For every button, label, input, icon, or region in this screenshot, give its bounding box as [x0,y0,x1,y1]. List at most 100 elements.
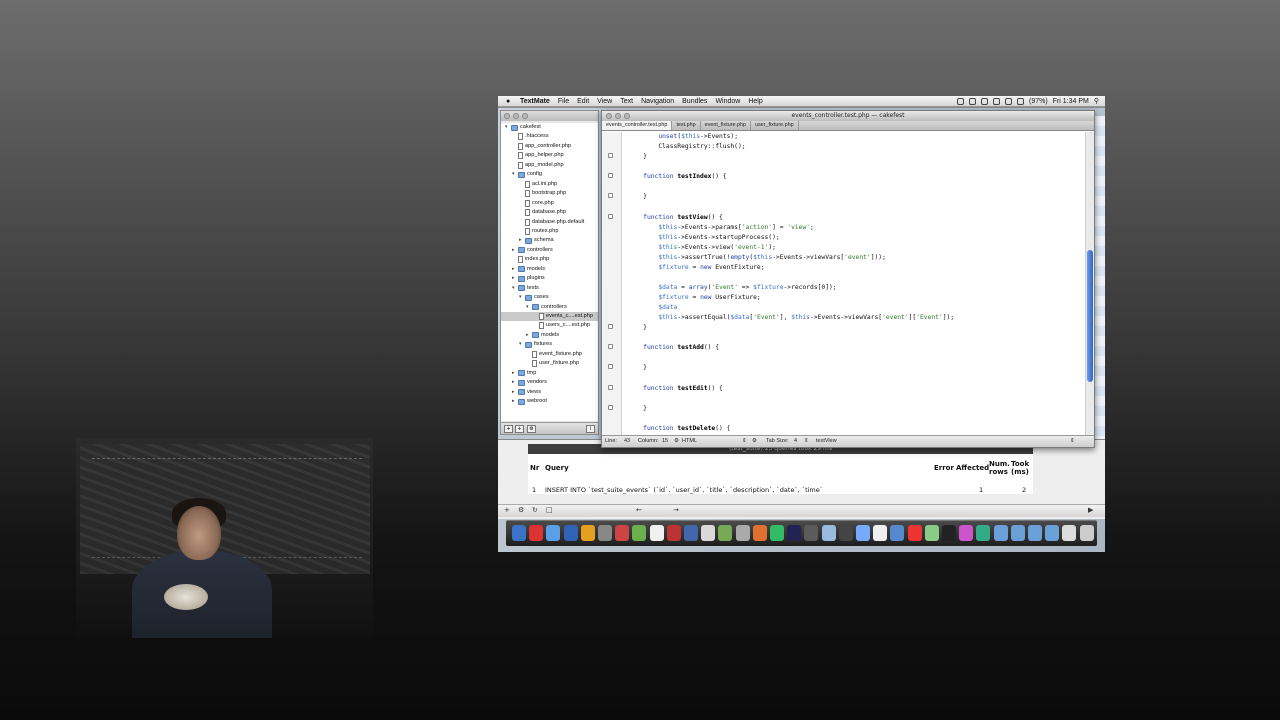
status-icon[interactable] [980,98,988,105]
tree-item[interactable]: index.php [501,255,598,264]
dock-app-icon[interactable] [1028,525,1042,541]
dock-app-icon[interactable] [907,525,922,541]
tree-item[interactable]: ▸ plugins [501,274,598,283]
status-icon[interactable] [956,98,964,105]
tree-item[interactable]: ▸ models [501,331,598,340]
dock-app-icon[interactable] [856,525,870,541]
menu-view[interactable]: View [597,96,612,107]
menu-edit[interactable]: Edit [577,96,589,107]
apple-menu-icon[interactable]: ● [506,96,514,107]
dock-app-icon[interactable] [993,525,1008,541]
tree-item[interactable]: ▸ vendors [501,378,598,387]
tree-item[interactable]: ▸ models [501,265,598,274]
tree-item[interactable]: ▾ fixtures [501,340,598,349]
dock-app-icon[interactable] [924,525,939,541]
tree-item[interactable]: database.php.default [501,218,598,227]
wifi-icon[interactable] [992,98,1000,105]
menu-file[interactable]: File [558,96,569,107]
editor-tab[interactable]: test.php [672,121,701,130]
dock-app-icon[interactable] [1062,525,1077,541]
refresh-icon[interactable]: ↻ [532,506,538,514]
add-file-icon[interactable]: + [504,425,513,433]
tree-item[interactable]: routes.php [501,227,598,236]
fold-marker-icon[interactable] [608,385,613,390]
fold-marker-icon[interactable] [608,214,613,219]
dock-app-icon[interactable] [529,525,544,541]
dock-app-icon[interactable] [649,525,664,541]
dock-app-icon[interactable] [873,525,888,541]
menu-window[interactable]: Window [715,96,740,107]
dock-app-icon[interactable] [580,525,595,541]
tree-item[interactable]: ▾ tests [501,284,598,293]
gear-icon[interactable]: ⚙ [674,438,679,444]
close-icon[interactable] [606,113,612,119]
status-icon[interactable] [968,98,976,105]
dock-app-icon[interactable] [890,525,905,541]
editor-tab[interactable]: event_fixture.php [701,121,751,130]
dock-app-icon[interactable] [615,525,630,541]
menu-text[interactable]: Text [620,96,633,107]
editor-tab[interactable]: user_fixture.php [751,121,799,130]
fold-marker-icon[interactable] [608,153,613,158]
fold-marker-icon[interactable] [608,405,613,410]
tree-item[interactable]: bootstrap.php [501,189,598,198]
dock-app-icon[interactable] [666,525,681,541]
tree-item[interactable]: acl.ini.php [501,180,598,189]
spotlight-icon[interactable]: ⚲ [1094,96,1099,107]
menu-app-name[interactable]: TextMate [520,96,550,107]
dock-app-icon[interactable] [942,525,956,541]
scroll-thumb[interactable] [1087,250,1093,382]
dock-app-icon[interactable] [1079,525,1094,541]
fold-marker-icon[interactable] [608,193,613,198]
dock-app-icon[interactable] [821,525,836,541]
tree-item[interactable]: users_c....est.php [501,321,598,330]
tree-item[interactable]: ▾ cases [501,293,598,302]
tree-item[interactable]: .htaccess [501,132,598,141]
dock-app-icon[interactable] [632,525,647,541]
chevron-updown-icon[interactable]: ⇕ [1070,438,1075,444]
dock-app-icon[interactable] [804,525,819,541]
add-icon[interactable]: + [504,506,510,514]
dock-app-icon[interactable] [735,525,750,541]
dock-app-icon[interactable] [752,525,767,541]
tree-item[interactable]: ▸ webroot [501,397,598,406]
gear-icon[interactable]: ⚙ [752,438,757,444]
symbol-select[interactable]: testView [816,438,837,444]
gear-icon[interactable]: ⚙ [527,425,536,433]
minimize-icon[interactable] [513,113,519,119]
dock-app-icon[interactable] [770,525,784,541]
dock-app-icon[interactable] [684,525,698,541]
info-icon[interactable]: i [586,425,595,433]
dock-app-icon[interactable] [598,525,612,541]
chevron-updown-icon[interactable]: ⇕ [804,438,809,444]
tree-item[interactable]: ▾ config [501,170,598,179]
tree-item[interactable]: ▾ controllers [501,303,598,312]
editor-tab[interactable]: events_controller.test.php [602,121,673,130]
dock-app-icon[interactable] [1010,525,1025,541]
dock-app-icon[interactable] [701,525,716,541]
tree-item[interactable]: ▸ controllers [501,246,598,255]
zoom-icon[interactable] [624,113,630,119]
menu-bundles[interactable]: Bundles [682,96,707,107]
tab-size-value[interactable]: 4 [794,438,797,444]
dock-app-icon[interactable] [976,525,991,541]
menu-help[interactable]: Help [748,96,762,107]
tree-item[interactable]: ▾ cakefest [501,123,598,132]
minimize-icon[interactable] [615,113,621,119]
dock-app-icon[interactable] [838,525,853,541]
tree-item[interactable]: ▸ tmp [501,369,598,378]
dock-app-icon[interactable] [512,525,526,541]
tree-item[interactable]: event_fixture.php [501,350,598,359]
dock-app-icon[interactable] [1045,525,1060,541]
gear-icon[interactable]: ⚙ [518,506,524,514]
dock-app-icon[interactable] [546,525,561,541]
dock-app-icon[interactable] [563,525,578,541]
fold-marker-icon[interactable] [608,173,613,178]
tree-item[interactable]: core.php [501,199,598,208]
fold-marker-icon[interactable] [608,344,613,349]
code-editor[interactable]: unset($this->Events); ClassRegistry::flu… [624,132,1084,435]
tree-item[interactable]: ▸ views [501,388,598,397]
tab-size-label[interactable]: Tab Size: [766,438,789,444]
menubar-clock[interactable]: Fri 1:34 PM [1053,96,1089,107]
tree-item[interactable]: app_helper.php [501,151,598,160]
